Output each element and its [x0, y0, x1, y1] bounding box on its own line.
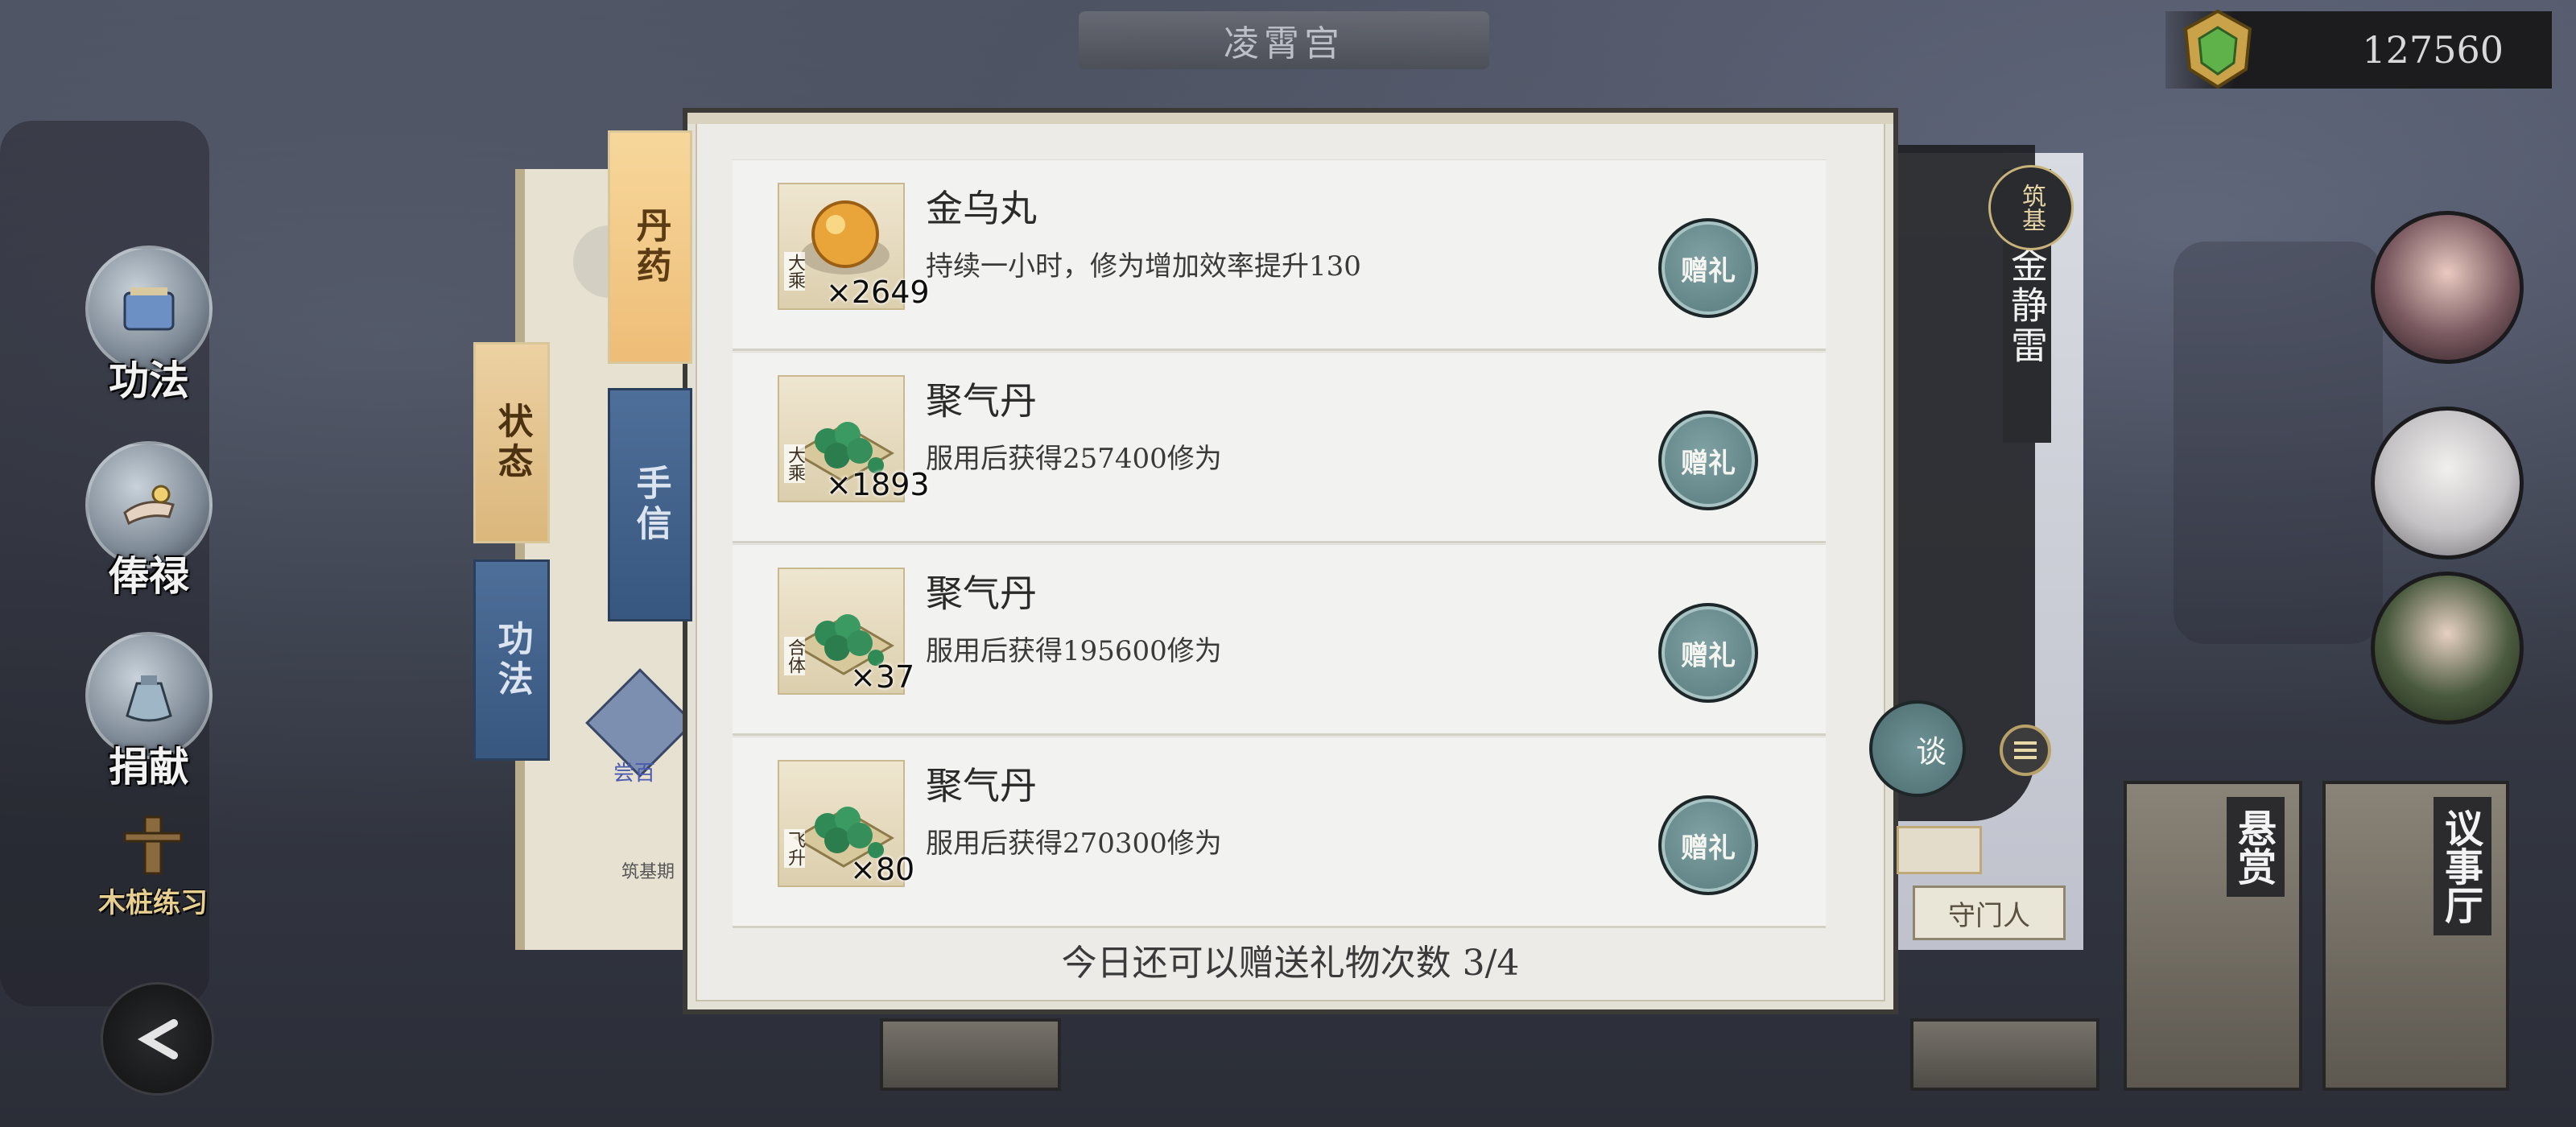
back-button[interactable]: [101, 982, 214, 1096]
tab-gongfa[interactable]: 功法: [473, 559, 550, 761]
item-quantity: ×2649: [826, 275, 930, 310]
character-rank-badge: 筑基: [1988, 165, 2074, 250]
golden-pill-icon: 大乘 ×2649: [778, 183, 930, 310]
remaining-gifts-text: 今日还可以赠送礼物次数 3/4: [1061, 943, 1520, 984]
green-pills-icon: 大乘 ×1893: [778, 375, 930, 502]
item-rank: 大乘: [784, 252, 805, 291]
gift-button[interactable]: 赠礼: [1658, 795, 1758, 895]
portrait-disciple-1[interactable]: [2371, 211, 2524, 364]
item-name: 金乌丸: [926, 187, 1037, 230]
herb-label: 尝百: [613, 762, 656, 786]
location-title-plate: 凌霄宫: [1079, 11, 1489, 69]
item-quantity: ×1893: [826, 467, 930, 502]
menu-juanxian[interactable]: 捐献: [85, 632, 213, 793]
pagoda-silhouette: [2174, 242, 2383, 644]
guard-button[interactable]: 守门人: [1913, 886, 2066, 940]
wooden-dummy-icon: [123, 815, 183, 875]
menu-fenglu-label: 俸禄: [109, 552, 189, 600]
menu-fenglu[interactable]: 俸禄: [85, 441, 213, 602]
menu-juanxian-label: 捐献: [109, 743, 189, 791]
item-name: 聚气丹: [926, 379, 1037, 423]
list-item: 大乘 ×2649 金乌丸 持续一小时，修为增加效率提升130 赠礼: [733, 159, 1826, 351]
item-quantity: ×80: [850, 852, 915, 887]
item-description: 服用后获得195600修为: [926, 635, 1222, 667]
tab-gifts[interactable]: 手信: [608, 388, 692, 621]
item-description: 服用后获得257400修为: [926, 443, 1222, 475]
menu-gongfa-label: 功法: [109, 357, 189, 404]
gift-button[interactable]: 赠礼: [1658, 411, 1758, 510]
tab-status[interactable]: 状态: [473, 342, 550, 543]
wood-practice-label: 木桩练习: [98, 887, 208, 919]
item-rank: 合体: [784, 637, 805, 675]
list-item: 合体 ×37 聚气丹 服用后获得195600修为 赠礼: [733, 544, 1826, 736]
name-slot: [1897, 826, 1982, 874]
menu-list-icon[interactable]: [2000, 724, 2051, 776]
council-hall-title: 议事厅: [2434, 797, 2491, 935]
portrait-disciple-3[interactable]: [2371, 572, 2524, 724]
currency-amount: 127560: [2362, 28, 2504, 72]
chat-button[interactable]: 谈: [1869, 700, 1966, 797]
tab-pills[interactable]: 丹药: [608, 130, 692, 364]
gift-button[interactable]: 赠礼: [1658, 218, 1758, 318]
green-pills-icon: 合体 ×37: [778, 568, 914, 695]
back-arrow-icon: [137, 1018, 178, 1059]
item-rank: 大乘: [784, 444, 805, 483]
gift-panel: 大乘 ×2649 金乌丸 持续一小时，修为增加效率提升130 赠礼 大乘 ×18…: [683, 108, 1898, 1014]
item-description: 服用后获得270300修为: [926, 828, 1222, 860]
menu-gongfa[interactable]: 功法: [85, 246, 213, 407]
list-item: 大乘 ×1893 聚气丹 服用后获得257400修为 赠礼: [733, 352, 1826, 543]
location-title: 凌霄宫: [1224, 23, 1344, 64]
bounty-card[interactable]: 悬赏: [2124, 781, 2302, 1091]
item-name: 聚气丹: [926, 572, 1037, 615]
building-card[interactable]: [1910, 1018, 2099, 1091]
realm-label: 筑基期: [621, 862, 675, 882]
portrait-disciple-2[interactable]: [2371, 407, 2524, 559]
panel-top-border: [687, 113, 1893, 124]
item-name: 聚气丹: [926, 764, 1037, 807]
item-description: 持续一小时，修为增加效率提升130: [926, 250, 1361, 283]
list-item: 飞升 ×80 聚气丹 服用后获得270300修为 赠礼: [733, 737, 1826, 928]
jade-token-icon: [2183, 9, 2252, 89]
item-quantity: ×37: [850, 659, 915, 695]
item-rank: 飞升: [784, 829, 805, 868]
green-pills-icon: 飞升 ×80: [778, 760, 914, 887]
council-hall-card[interactable]: 议事厅: [2322, 781, 2509, 1091]
wood-practice-button[interactable]: 木桩练习: [89, 813, 217, 920]
bounty-title: 悬赏: [2227, 797, 2285, 897]
building-card[interactable]: [880, 1018, 1061, 1091]
gift-button[interactable]: 赠礼: [1658, 603, 1758, 703]
